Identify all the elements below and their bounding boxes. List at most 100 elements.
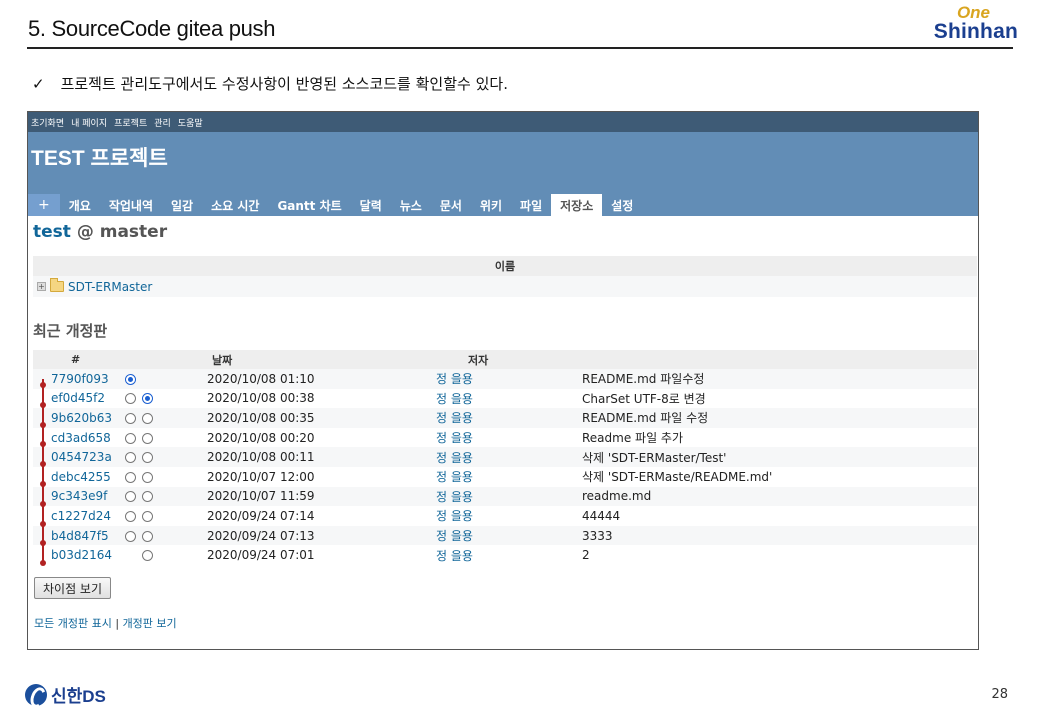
revision-graph-dot (40, 500, 46, 507)
revision-row: b03d2164 2020/09/24 07:01 정 을용 2 (33, 545, 977, 565)
tab-news[interactable]: 뉴스 (391, 194, 431, 216)
revision-to-radio[interactable] (142, 412, 153, 424)
revision-id-link[interactable]: 0454723a (51, 450, 112, 464)
latest-revisions-title: 최근 개정판 (33, 322, 108, 340)
expand-icon[interactable]: + (37, 282, 46, 291)
top-menu-help[interactable]: 도움말 (178, 116, 203, 129)
rev-header-date: 날짜 (165, 350, 436, 369)
view-revision-link[interactable]: 개정판 보기 (123, 617, 177, 630)
revision-to-radio[interactable] (142, 510, 153, 522)
revision-comment: 2 (582, 545, 977, 565)
revision-date: 2020/10/07 11:59 (165, 486, 436, 507)
revision-id-link[interactable]: c1227d24 (51, 509, 111, 523)
revision-from-radio[interactable] (125, 452, 136, 464)
revision-date: 2020/09/24 07:14 (165, 506, 436, 526)
top-menu-my-page[interactable]: 내 페이지 (71, 116, 107, 129)
tab-overview[interactable]: 개요 (60, 194, 100, 216)
entries-table: 이름 + SDT-ERMaster (33, 256, 977, 297)
revision-to-radio[interactable] (142, 491, 153, 503)
revision-to-radio[interactable] (142, 550, 153, 562)
tab-settings[interactable]: 설정 (602, 194, 642, 216)
revision-id-link[interactable]: ef0d45f2 (51, 391, 105, 405)
revision-from-radio[interactable] (125, 491, 136, 503)
view-differences-button[interactable]: 차이점 보기 (34, 577, 112, 599)
revision-id-link[interactable]: 9c343e9f (51, 489, 107, 503)
revision-author-link[interactable]: 정 을용 (436, 431, 473, 445)
link-separator: | (115, 617, 120, 630)
revision-comment: readme.md (582, 486, 977, 507)
branch-separator: @ (76, 222, 94, 242)
rev-header-author: 저자 (436, 350, 582, 369)
revision-date: 2020/10/08 01:10 (165, 369, 436, 389)
revision-author-link[interactable]: 정 을용 (436, 529, 473, 543)
top-menu-admin[interactable]: 관리 (154, 116, 171, 129)
revision-id-link[interactable]: b4d847f5 (51, 529, 109, 543)
revision-graph-dot (40, 401, 46, 408)
revision-from-radio[interactable] (125, 373, 136, 385)
revision-graph-dot (40, 520, 46, 527)
revision-comment: 삭제 'SDT-ERMaste/README.md' (582, 466, 977, 487)
revision-id-link[interactable]: 7790f093 (51, 372, 109, 386)
revision-author-link[interactable]: 정 을용 (436, 392, 473, 406)
revision-to-radio[interactable] (142, 452, 153, 464)
tab-wiki[interactable]: 위키 (471, 194, 511, 216)
revision-row: 0454723a 2020/10/08 00:11 정 을용 삭제 'SDT-ERMa… (33, 447, 977, 467)
revision-comment: 44444 (582, 506, 977, 526)
tab-repository[interactable]: 저장소 (551, 194, 603, 216)
revision-id-link[interactable]: debc4255 (51, 470, 111, 484)
tab-files[interactable]: 파일 (511, 194, 551, 216)
revision-row: b4d847f5 2020/09/24 07:13 정 을용 3333 (33, 525, 977, 546)
revision-row: c1227d24 2020/09/24 07:14 정 을용 44444 (33, 506, 977, 526)
title-divider (27, 47, 1013, 49)
top-menu-home[interactable]: 초기화면 (31, 116, 64, 129)
revision-comment: 삭제 'SDT-ERMaster/Test' (582, 447, 977, 467)
revision-row: ef0d45f2 2020/10/08 00:38 정 을용 CharSet UTF-… (33, 388, 977, 409)
revision-from-radio[interactable] (125, 393, 136, 405)
directory-link[interactable]: SDT-ERMaster (68, 280, 152, 294)
revision-author-link[interactable]: 정 을용 (436, 549, 473, 563)
shinhan-mark-icon (25, 683, 47, 706)
view-all-revisions-link[interactable]: 모든 개정판 표시 (34, 617, 112, 630)
tab-gantt[interactable]: Gantt 차트 (268, 194, 350, 216)
revision-from-radio[interactable] (125, 510, 136, 522)
tab-new[interactable]: + (28, 194, 60, 216)
revision-date: 2020/10/07 12:00 (165, 466, 436, 487)
tab-calendar[interactable]: 달력 (351, 194, 391, 216)
revision-graph-dot (40, 421, 46, 428)
tab-activity[interactable]: 작업내역 (100, 194, 162, 216)
check-icon: ✓ (32, 74, 45, 93)
revision-id-link[interactable]: 9b620b63 (51, 411, 112, 425)
project-title: TEST 프로젝트 (31, 147, 168, 170)
repository-name-link[interactable]: test (33, 222, 71, 242)
tab-spent-time[interactable]: 소요 시간 (202, 194, 268, 216)
slide-title: 5. SourceCode gitea push (28, 16, 276, 41)
revision-row: 7790f093 2020/10/08 01:10 정 을용 README.md 파일… (33, 369, 977, 389)
revision-comment: README.md 파일 수정 (582, 408, 977, 428)
revision-author-link[interactable]: 정 을용 (436, 490, 473, 504)
revision-to-radio[interactable] (142, 432, 153, 444)
revision-to-radio[interactable] (142, 471, 153, 483)
revision-id-link[interactable]: cd3ad658 (51, 431, 111, 445)
revision-from-radio[interactable] (125, 412, 136, 424)
top-menu-projects[interactable]: 프로젝트 (114, 116, 147, 129)
revision-from-radio[interactable] (125, 471, 136, 483)
revision-author-link[interactable]: 정 을용 (436, 509, 473, 523)
revision-author-link[interactable]: 정 을용 (436, 372, 473, 386)
revision-date: 2020/10/08 00:11 (165, 447, 436, 467)
revision-comment: 3333 (582, 525, 977, 546)
revision-row: 9c343e9f 2020/10/07 11:59 정 을용 readme.md (33, 486, 977, 507)
revision-date: 2020/10/08 00:38 (165, 388, 436, 409)
revision-to-radio[interactable] (142, 393, 153, 405)
bottom-links: 모든 개정판 표시 | 개정판 보기 (34, 615, 177, 631)
revision-to-radio[interactable] (142, 530, 153, 542)
revision-from-radio[interactable] (125, 530, 136, 542)
revision-author-link[interactable]: 정 을용 (436, 470, 473, 484)
tab-documents[interactable]: 문서 (431, 194, 471, 216)
revision-author-link[interactable]: 정 을용 (436, 411, 473, 425)
entries-header-name: 이름 (33, 256, 977, 276)
revision-id-link[interactable]: b03d2164 (51, 548, 112, 562)
revision-author-link[interactable]: 정 을용 (436, 451, 473, 465)
revision-from-radio[interactable] (125, 432, 136, 444)
tab-issues[interactable]: 일감 (162, 194, 202, 216)
revision-comment: Readme 파일 추가 (582, 427, 977, 448)
